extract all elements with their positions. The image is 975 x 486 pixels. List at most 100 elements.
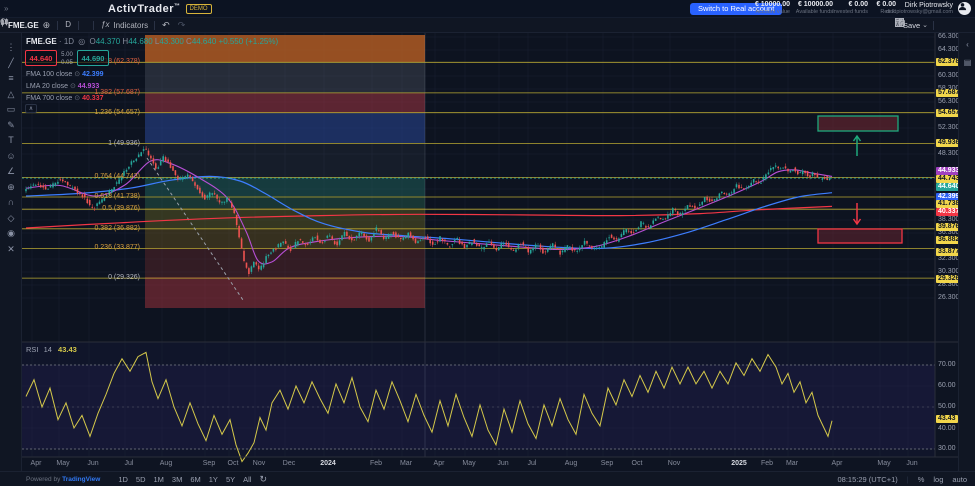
brush-icon[interactable]: ✎	[0, 118, 22, 133]
redo-icon[interactable]: ↷	[178, 18, 186, 32]
time-axis-tick: Sep	[197, 460, 221, 467]
clock[interactable]: 08:15:29 (UTC+1)	[838, 475, 898, 484]
price-axis-tick: 66.300	[938, 33, 959, 40]
emoji-icon[interactable]: ☺	[0, 149, 22, 164]
pattern-icon[interactable]: △	[0, 87, 22, 102]
rsi-axis-tick: 70.00	[938, 361, 956, 368]
buy-button[interactable]: 44.690	[77, 50, 109, 66]
percent-scale-button[interactable]: %	[918, 475, 925, 484]
visibility-icon[interactable]: ◎	[78, 37, 85, 46]
watchlist-icon[interactable]: ▤	[959, 55, 975, 71]
time-axis-tick: Nov	[247, 460, 271, 467]
trade-widget: 44.640 5.000.05 44.690	[25, 50, 109, 67]
trendline-icon[interactable]: ╱	[0, 56, 22, 71]
range-1D[interactable]: 1D	[118, 475, 128, 484]
time-axis-tick: Jun	[900, 460, 924, 467]
legend-collapse-button[interactable]: ∧	[25, 104, 37, 113]
chart-toolbar: FME.GE ⊕ D ƒx Indicators ↶ ↷ Save ⌄	[0, 18, 975, 33]
shapes-icon[interactable]: ▭	[0, 102, 22, 117]
tradingview-attribution[interactable]: Powered by TradingView	[26, 476, 100, 483]
collapse-panel-icon[interactable]: ‹	[959, 37, 975, 53]
account-stat: € 10000.00Account value	[752, 2, 790, 15]
fib-level-label: 0.382 (36.882)	[80, 225, 140, 232]
account-stat: € 10000.00Available funds	[795, 2, 833, 15]
range-3M[interactable]: 3M	[172, 475, 182, 484]
range-6M[interactable]: 6M	[190, 475, 200, 484]
divider	[78, 21, 79, 30]
range-All[interactable]: All	[243, 475, 251, 484]
time-axis-tick: Jun	[491, 460, 515, 467]
time-axis-tick: Jul	[520, 460, 544, 467]
chart-legend[interactable]: FME.GE · 1D ◎ O44.370 H44.680 L43.300 C4…	[26, 37, 278, 46]
cursor-icon[interactable]: ⋮	[0, 40, 22, 55]
fib-level-label: 0.5 (39.876)	[80, 205, 140, 212]
user-info[interactable]: Dirk Piotrowsky dirk.piotrowsky@gmail.co…	[886, 2, 953, 16]
user-name: Dirk Piotrowsky	[886, 2, 953, 9]
time-axis-tick: Mar	[780, 460, 804, 467]
sell-button[interactable]: 44.640	[25, 50, 57, 66]
demo-badge: DEMO	[186, 4, 212, 14]
time-axis-tick: Sep	[595, 460, 619, 467]
chevron-down-icon[interactable]: ⌄	[922, 19, 928, 33]
save-button[interactable]: Save	[903, 21, 920, 30]
range-5D[interactable]: 5D	[136, 475, 146, 484]
ruler-icon[interactable]: ∠	[0, 164, 22, 179]
stat-label: Available funds	[795, 9, 833, 15]
fib-retracement-icon[interactable]: ≡	[0, 71, 22, 86]
fib-level-label: 0 (29.326)	[80, 274, 140, 281]
zoom-in-icon[interactable]: ⊕	[0, 180, 22, 195]
indicators-button[interactable]: Indicators	[113, 21, 148, 30]
sidebar-expand-icon[interactable]: »	[4, 4, 8, 13]
time-axis-tick: May	[872, 460, 896, 467]
fib-level-label: 0.764 (44.743)	[80, 173, 140, 180]
price-axis-tick: 32.300	[938, 255, 959, 262]
auto-scale-button[interactable]: auto	[952, 475, 967, 484]
indicator-legend-row[interactable]: LMA 20 close ⊙ 44.933	[26, 82, 99, 90]
stat-value: € 10000.00	[752, 2, 790, 8]
log-scale-button[interactable]: log	[933, 475, 943, 484]
range-1Y[interactable]: 1Y	[209, 475, 218, 484]
time-axis-tick: Apr	[24, 460, 48, 467]
rsi-axis-tick: 50.00	[938, 403, 956, 410]
chart-canvas[interactable]	[0, 0, 975, 486]
fib-level-label: 0.618 (41.738)	[80, 193, 140, 200]
legend-symbol: FME.GE	[26, 37, 57, 46]
range-1M[interactable]: 1M	[154, 475, 164, 484]
trash-icon[interactable]: ✕	[0, 242, 22, 257]
fib-level-label: 1.236 (54.657)	[80, 109, 140, 116]
reset-zoom-icon[interactable]: ↻	[259, 474, 267, 485]
ohlc-val: 43.300	[159, 37, 183, 46]
fx-icon[interactable]: ƒx	[101, 18, 109, 32]
stat-label: Account value	[752, 9, 790, 15]
timeframe-button[interactable]: D	[65, 18, 71, 32]
symbol-search[interactable]: FME.GE	[8, 21, 39, 30]
stat-label: Result	[858, 9, 896, 15]
time-axis-tick: Jun	[81, 460, 105, 467]
divider	[933, 21, 934, 30]
eye-icon[interactable]: ◉	[0, 226, 22, 241]
magnet-icon[interactable]: ∩	[0, 195, 22, 210]
time-axis-tick: Apr	[427, 460, 451, 467]
indicator-legend-row[interactable]: FMA 700 close ⊙ 40.337	[26, 94, 104, 102]
range-5Y[interactable]: 5Y	[226, 475, 235, 484]
avatar[interactable]	[958, 2, 971, 15]
time-axis-tick: Apr	[825, 460, 849, 467]
rsi-legend[interactable]: RSI 14 43.43	[26, 345, 77, 354]
rsi-axis-tick: 40.00	[938, 425, 956, 432]
stat-value: € 0.00	[858, 2, 896, 8]
price-axis-tick: 26.300	[938, 294, 959, 301]
time-axis-tick: Dec	[277, 460, 301, 467]
text-icon[interactable]: T	[0, 133, 22, 148]
time-axis-tick: Aug	[154, 460, 178, 467]
time-axis-tick: May	[457, 460, 481, 467]
compare-icon[interactable]: ⊕	[43, 18, 51, 32]
ohlc-val: 44.640	[192, 37, 216, 46]
ohlc-val: +0.550 (+1.25%)	[219, 37, 279, 46]
measure-icon[interactable]: ◇	[0, 211, 22, 226]
ohlc-key: H	[120, 37, 128, 46]
undo-icon[interactable]: ↶	[162, 18, 170, 32]
time-axis-tick: Nov	[662, 460, 686, 467]
indicator-legend-row[interactable]: FMA 100 close ⊙ 42.399	[26, 70, 104, 78]
account-stat: € 0.00Result	[858, 2, 896, 15]
ohlc-values: O44.370 H44.680 L43.300 C44.640 +0.550 (…	[90, 37, 279, 46]
